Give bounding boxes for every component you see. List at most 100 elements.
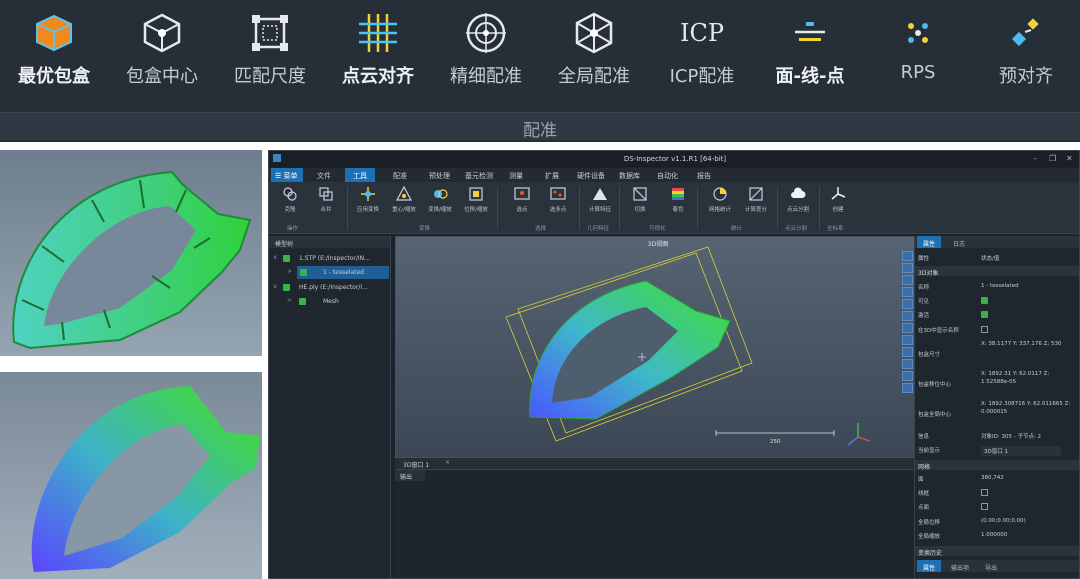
menu-registration[interactable]: 配准 (393, 171, 407, 181)
best-bounding-box-button[interactable]: 最优包盒 (0, 0, 108, 110)
collapse-arrow-icon[interactable]: ∨ (273, 283, 277, 290)
perspective-icon[interactable] (902, 383, 913, 393)
active-checkbox[interactable] (981, 311, 988, 318)
main-menu-button[interactable]: ☰ 菜单 (271, 168, 303, 182)
compute-feature-button[interactable]: 计算特征 (583, 186, 617, 213)
tree-item[interactable]: > Mesh (269, 295, 391, 308)
menu-measure[interactable]: 测量 (509, 171, 523, 181)
visibility-checkbox[interactable] (283, 284, 290, 291)
mesh-statistics-button[interactable]: 网格统计 (703, 186, 737, 213)
menu-hardware[interactable]: 硬件设备 (577, 171, 605, 181)
collapse-arrow-icon[interactable]: ∨ (273, 254, 277, 261)
pick-point-button[interactable]: 选点 (505, 186, 539, 213)
transform-icon (361, 187, 375, 201)
visibility-checkbox[interactable] (300, 269, 307, 276)
prop-value: 对象ID: 305 - 子节点: 2 (981, 434, 1042, 440)
tree-item-selected[interactable]: > 1 - tesselated (287, 266, 389, 279)
menu-primitive-detect[interactable]: 基元检测 (465, 171, 493, 181)
viewport-tab[interactable]: 3D窗口 1 (403, 460, 429, 469)
point-cloud-align-button[interactable]: 点云对齐 (324, 0, 432, 110)
bottom-tab-output-items[interactable]: 输出项 (945, 560, 975, 572)
visibility-checkbox[interactable] (299, 298, 306, 305)
colorize-button[interactable]: 着色 (661, 186, 695, 213)
clone-button[interactable]: 克隆 (273, 186, 307, 213)
point-face-checkbox[interactable] (981, 503, 988, 510)
pan-icon[interactable] (902, 299, 913, 309)
close-icon[interactable]: ✕ (1066, 154, 1073, 163)
iso-view-icon[interactable] (902, 335, 913, 345)
menu-extend[interactable]: 扩展 (545, 171, 559, 181)
bottom-tab-export[interactable]: 导出 (979, 560, 1003, 572)
tool-label: 面-线-点 (775, 66, 845, 87)
prop-value: (0.00;0.00;0.00) (981, 518, 1026, 524)
icp-registration-button[interactable]: ICP ICP配准 (648, 0, 756, 110)
menu-preprocess[interactable]: 预处理 (429, 171, 450, 181)
pre-align-button[interactable]: 预对齐 (972, 0, 1080, 110)
wireframe-checkbox[interactable] (981, 489, 988, 496)
create-frame-button[interactable]: 创建 (821, 186, 855, 213)
bottom-tab-properties[interactable]: 属性 (917, 560, 942, 572)
maximize-icon[interactable]: ❐ (1049, 154, 1056, 163)
view-top-icon[interactable] (902, 263, 913, 273)
show-name-checkbox[interactable] (981, 326, 988, 333)
menu-database[interactable]: 数据库 (619, 171, 640, 181)
stp-model-render (0, 150, 262, 356)
visibility-checkbox[interactable] (283, 255, 290, 262)
tab-properties[interactable]: 属性 (917, 236, 942, 248)
prop-key: 包盒尺寸 (918, 352, 941, 358)
expand-arrow-icon[interactable]: > (287, 297, 292, 304)
view-front-icon[interactable] (902, 251, 913, 261)
toggle-button[interactable]: 切换 (623, 186, 657, 213)
match-scale-button[interactable]: 匹配尺度 (216, 0, 324, 110)
zoom-icon[interactable] (902, 287, 913, 297)
tool-label: 点云对齐 (342, 66, 414, 87)
menu-tools[interactable]: 工具 (345, 168, 375, 182)
compute-diff-button[interactable]: 计算差分 (739, 186, 773, 213)
plane-line-point-icon (795, 22, 825, 41)
prop-value: 1.000000 (981, 532, 1008, 538)
fit-icon[interactable] (902, 323, 913, 333)
prop-key: 线框 (918, 491, 930, 497)
view-left-icon[interactable] (902, 275, 913, 285)
tree-header: 模型树 (269, 236, 390, 248)
tree-item[interactable]: ∨ 1.STP (E:/Inspector/IN... (269, 252, 391, 265)
fine-registration-button[interactable]: 精细配准 (432, 0, 540, 110)
menu-automation[interactable]: 自动化 (657, 171, 678, 181)
cloud-segment-button[interactable]: 点云分割 (781, 186, 815, 213)
shift-scale-icon (469, 187, 483, 201)
minimize-icon[interactable]: – (1033, 154, 1037, 163)
back-view-icon[interactable] (902, 347, 913, 357)
global-registration-button[interactable]: 全局配准 (540, 0, 648, 110)
merge-button[interactable]: 合并 (309, 186, 343, 213)
shift-scale-button[interactable]: 位移/缩放 (459, 186, 493, 213)
expand-arrow-icon[interactable]: > (287, 268, 292, 275)
right-view-icon[interactable] (902, 359, 913, 369)
apply-transform-button[interactable]: 应用变换 (351, 186, 385, 213)
box-center-button[interactable]: 包盒中心 (108, 0, 216, 110)
rps-button[interactable]: RPS (864, 0, 972, 110)
ribbon-label: 合并 (320, 207, 332, 213)
ribbon-group-frame: 坐标系 (827, 226, 844, 232)
tree-item[interactable]: ∨ HE.ply (E:/Inspector/I... (269, 281, 391, 294)
model-tree-panel: 模型树 ∨ 1.STP (E:/Inspector/IN... > 1 - te… (269, 236, 391, 578)
ribbon-separator (777, 186, 778, 230)
tab-close-icon[interactable]: × (445, 459, 450, 466)
plane-line-point-button[interactable]: 面-线-点 (756, 0, 864, 110)
transform-scale-button[interactable]: 变换/缩放 (423, 186, 457, 213)
ribbon-label: 位移/缩放 (464, 207, 488, 213)
bottom-view-icon[interactable] (902, 371, 913, 381)
pick-multi-point-button[interactable]: 选多点 (541, 186, 575, 213)
3d-viewport[interactable]: 3D视图 250 (395, 236, 919, 458)
statistics-icon (713, 187, 727, 201)
rotate-icon[interactable] (902, 311, 913, 321)
center-scale-button[interactable]: 重心/缩放 (387, 186, 421, 213)
menu-file[interactable]: 文件 (317, 171, 331, 181)
display-select[interactable]: 3D窗口 1 (981, 446, 1061, 456)
menu-report[interactable]: 报告 (697, 171, 711, 181)
box-center-icon (143, 13, 181, 53)
tool-label: RPS (900, 62, 936, 83)
blade-model-solid-image (12, 170, 252, 350)
visible-checkbox[interactable] (981, 297, 988, 304)
tab-log[interactable]: 日志 (947, 236, 971, 248)
ribbon-group-select: 选择 (535, 226, 547, 232)
